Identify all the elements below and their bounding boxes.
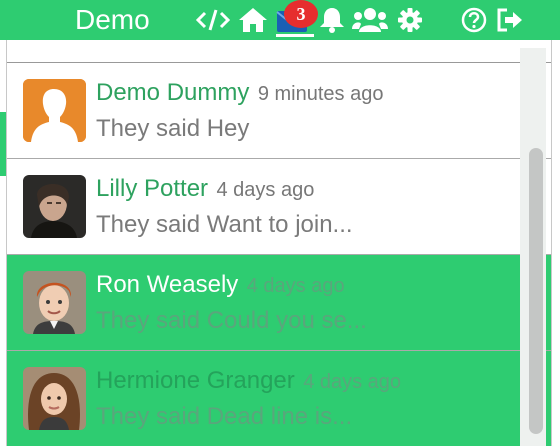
help-icon[interactable] xyxy=(460,7,488,33)
message-sender: Hermione Granger xyxy=(96,367,295,394)
message-preview: They said Hey xyxy=(96,115,250,142)
message-header: Lilly Potter 4 days ago xyxy=(96,175,314,203)
scrollbar-thumb[interactable] xyxy=(529,148,543,434)
dropdown-top-gap xyxy=(7,40,551,63)
users-icon[interactable] xyxy=(352,7,388,33)
logout-icon[interactable] xyxy=(496,7,524,33)
message-item[interactable]: Ron Weasely 4 days ago They said Could y… xyxy=(7,255,551,351)
message-item[interactable]: Lilly Potter 4 days ago They said Want t… xyxy=(7,159,551,255)
user-photo xyxy=(23,367,86,430)
message-time: 4 days ago xyxy=(246,275,345,297)
message-header: Hermione Granger 4 days ago xyxy=(96,367,401,395)
message-time: 4 days ago xyxy=(303,371,402,393)
envelope-active-indicator xyxy=(276,34,314,37)
message-preview: They said Want to join... xyxy=(96,211,353,238)
gear-icon[interactable] xyxy=(396,7,424,33)
message-header: Ron Weasely 4 days ago xyxy=(96,271,345,299)
message-time: 4 days ago xyxy=(216,179,315,201)
user-photo xyxy=(23,175,86,238)
user-photo xyxy=(23,271,86,334)
top-navbar: Demo 3 xyxy=(0,0,560,40)
messages-dropdown: Demo Dummy 9 minutes ago They said Hey L… xyxy=(6,40,552,446)
home-icon[interactable] xyxy=(238,7,268,33)
message-preview: They said Dead line is... xyxy=(96,403,353,430)
code-icon[interactable] xyxy=(196,7,230,33)
right-page-edge xyxy=(552,40,560,446)
message-sender: Lilly Potter xyxy=(96,175,209,202)
brand-title[interactable]: Demo xyxy=(75,3,150,37)
notification-badge: 3 xyxy=(284,0,318,28)
message-sender: Ron Weasely xyxy=(96,271,239,298)
message-item[interactable]: Demo Dummy 9 minutes ago They said Hey xyxy=(7,63,551,159)
default-avatar-icon xyxy=(23,79,86,142)
message-sender: Demo Dummy xyxy=(96,79,250,106)
message-preview: They said Could you se... xyxy=(96,307,367,334)
message-item[interactable]: Hermione Granger 4 days ago They said De… xyxy=(7,351,551,446)
bell-icon[interactable] xyxy=(318,7,346,33)
message-time: 9 minutes ago xyxy=(257,83,384,105)
message-header: Demo Dummy 9 minutes ago xyxy=(96,79,383,107)
